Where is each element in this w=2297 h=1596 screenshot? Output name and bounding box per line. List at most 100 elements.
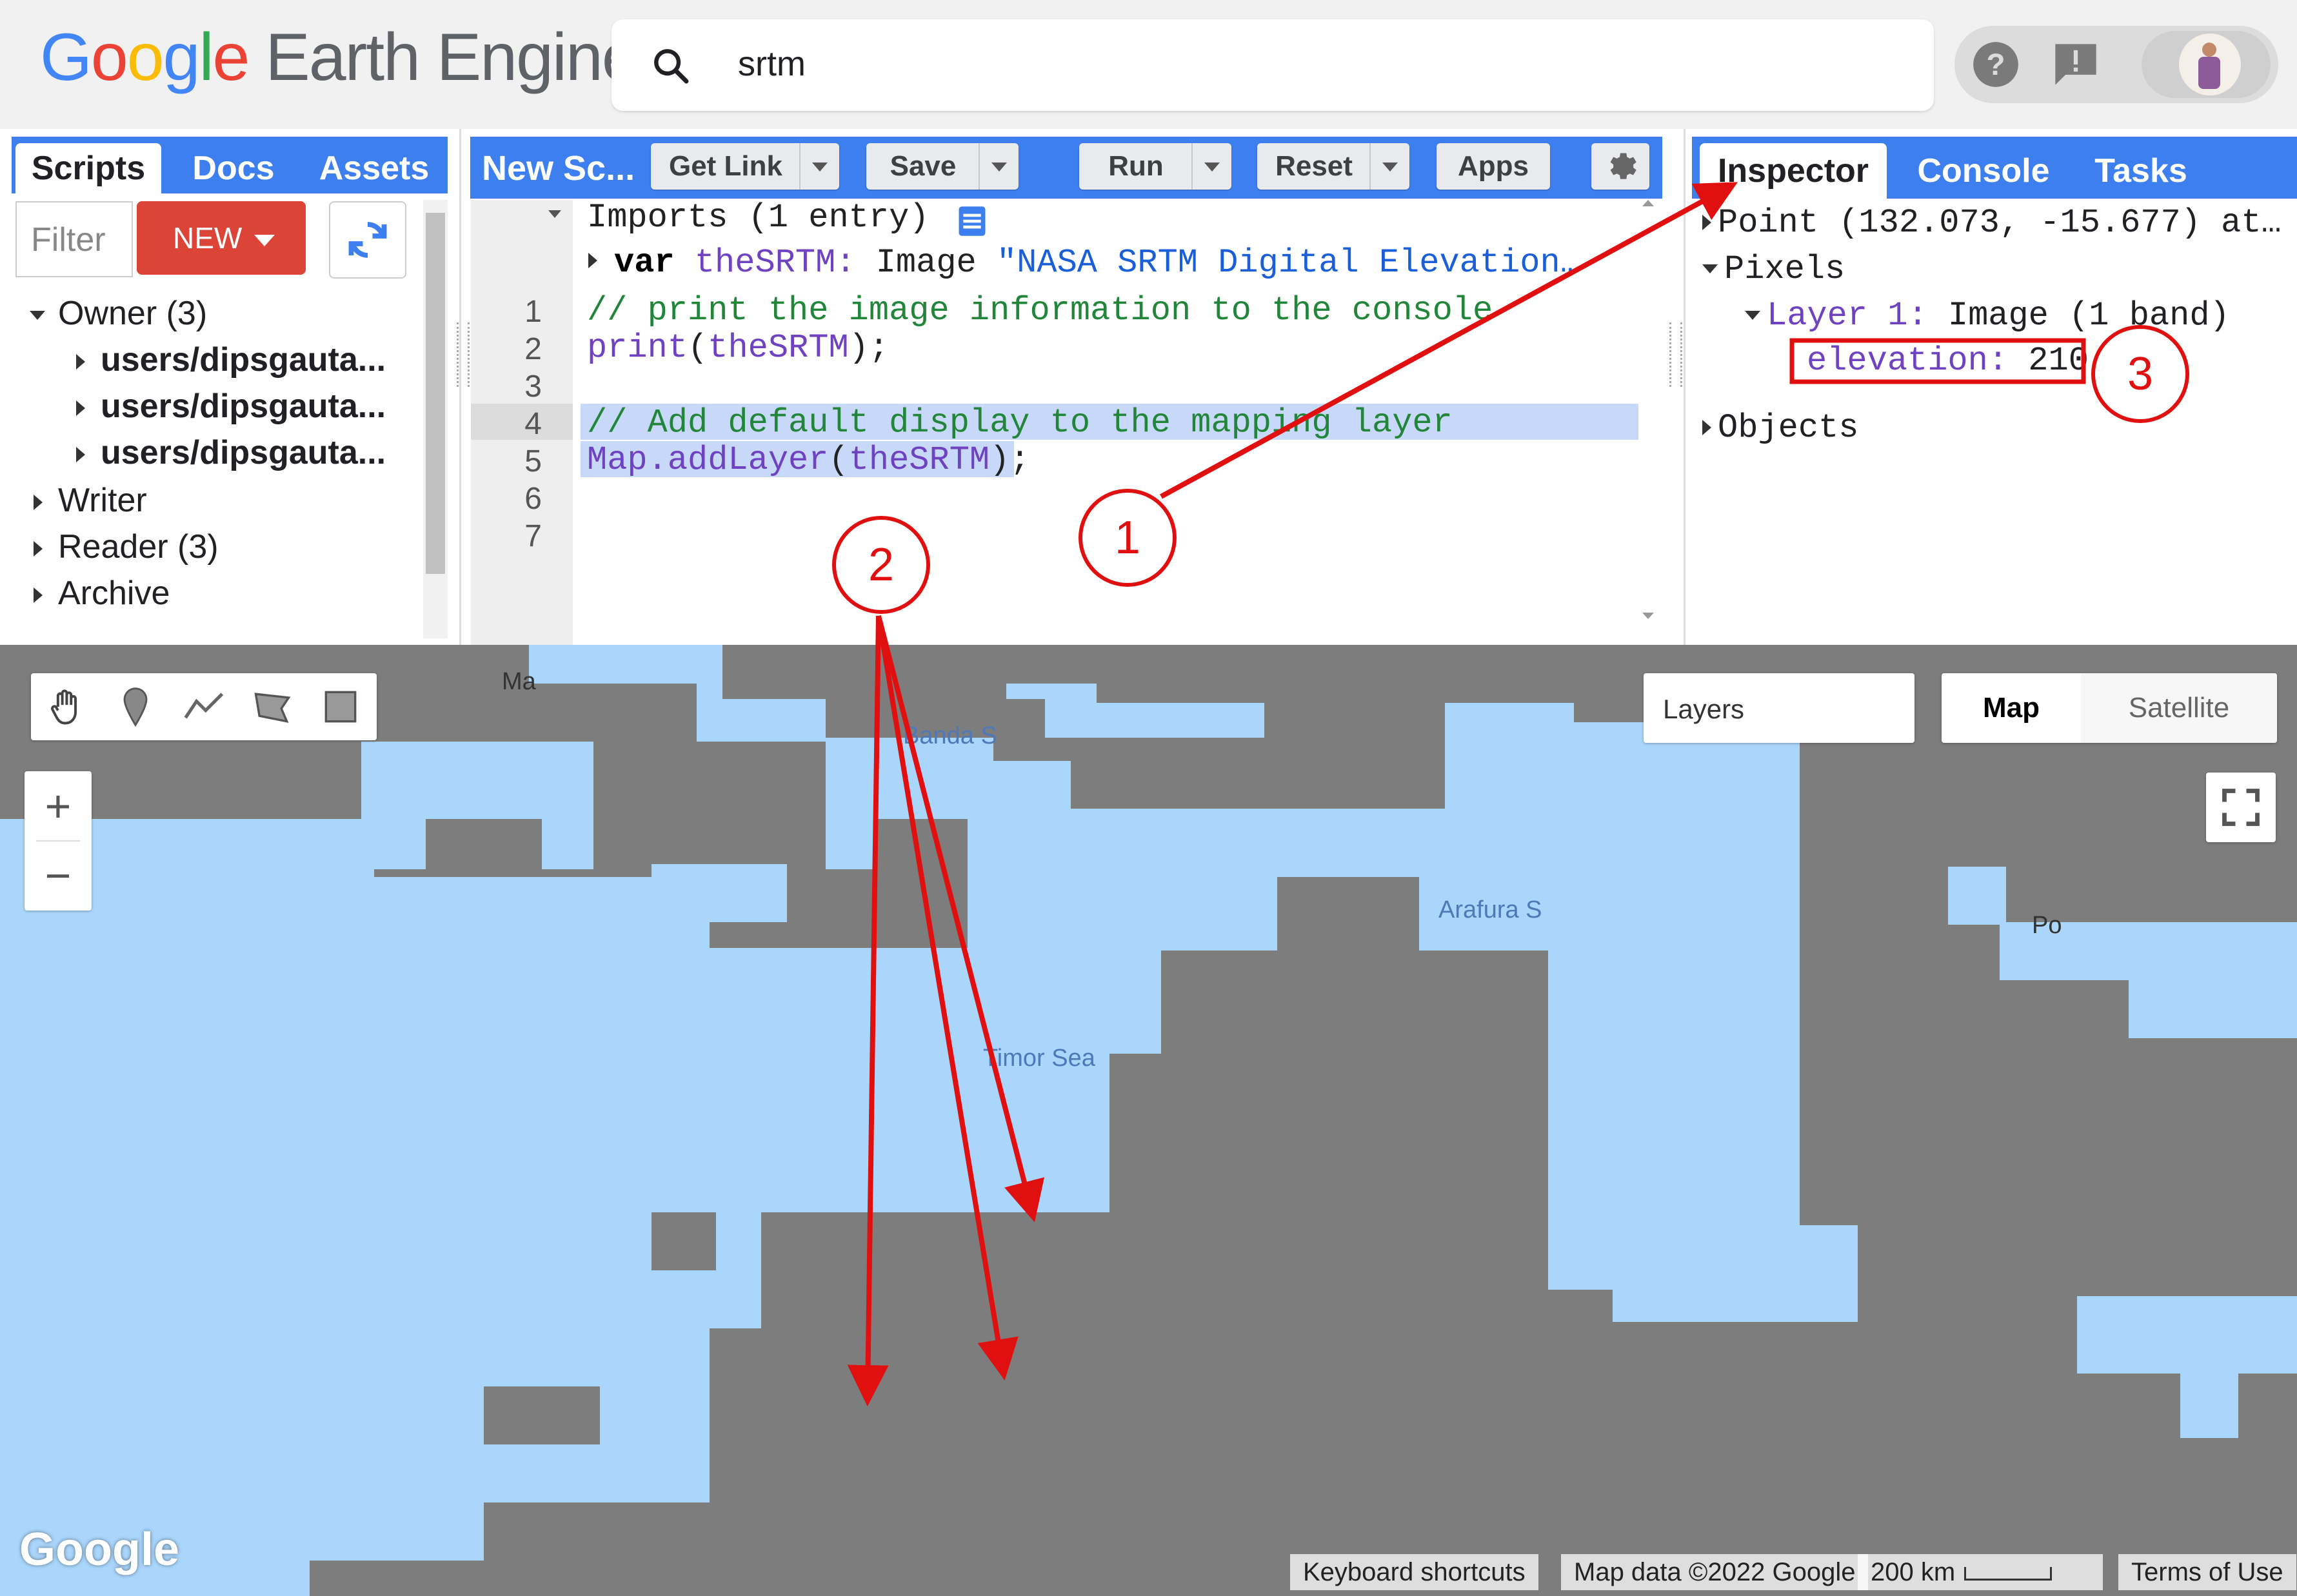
feedback-icon[interactable] [2051, 40, 2100, 89]
tree-reader[interactable]: Reader (3) [34, 527, 219, 566]
inspector-pixels[interactable]: Pixels [1702, 250, 1845, 288]
line-number: 7 [524, 519, 542, 553]
caret-down-icon[interactable] [799, 143, 839, 190]
terms-of-use-link[interactable]: Terms of Use [2118, 1554, 2296, 1590]
map-label: Banda S [903, 722, 997, 749]
map-type-map[interactable]: Map [1942, 673, 2081, 743]
layers-label: Layers [1663, 694, 1745, 724]
tree-archive[interactable]: Archive [34, 574, 170, 613]
avatar [2179, 34, 2241, 95]
inspector-elevation[interactable]: elevation: 210 [1807, 342, 2089, 380]
code-line-5[interactable]: Map.addLayer(theSRTM); [587, 441, 1030, 479]
tab-console[interactable]: Console [1896, 143, 2071, 199]
code-line-4[interactable]: // Add default display to the mapping la… [587, 404, 1453, 442]
map-view[interactable]: Ma Banda S Arafura S Timor Sea Po + − La… [0, 645, 2297, 1596]
caret-down-icon [254, 235, 275, 246]
caret-down-icon [1745, 311, 1760, 320]
settings-button[interactable] [1591, 143, 1649, 190]
fullscreen-button[interactable] [2206, 773, 2276, 842]
scroll-up-icon[interactable] [1642, 200, 1654, 206]
scrollbar-thumb[interactable] [426, 213, 445, 574]
code-line-1[interactable]: // print the image information to the co… [587, 291, 1493, 330]
account-button[interactable] [2142, 31, 2271, 98]
help-icon[interactable]: ? [1971, 40, 2020, 89]
caret-right-icon[interactable] [588, 253, 597, 268]
search-bar[interactable]: srtm [612, 19, 1934, 111]
tree-owner[interactable]: Owner (3) [30, 294, 207, 333]
script-title[interactable]: New Sc... [482, 148, 635, 188]
scrollbar[interactable] [423, 200, 448, 638]
caret-right-icon [34, 541, 43, 557]
get-link-button[interactable]: Get Link [651, 143, 839, 190]
layers-button[interactable]: Layers [1644, 673, 1914, 743]
line-number: 5 [524, 444, 542, 478]
imports-header[interactable]: Imports (1 entry) [587, 199, 930, 237]
inspector-panel: Inspector Console Tasks Point (132.073, … [1684, 129, 2297, 645]
splitter-handle[interactable] [1669, 322, 1682, 387]
header-actions: ? [1954, 26, 2278, 103]
map-label: Ma [502, 668, 536, 695]
code-line-2[interactable]: print(theSRTM); [587, 329, 889, 367]
line-draw-icon[interactable] [182, 685, 226, 729]
scale-bar[interactable]: 200 km [1858, 1554, 2103, 1590]
caret-right-icon [76, 400, 85, 417]
caret-down-icon[interactable] [1369, 143, 1409, 190]
tab-assets[interactable]: Assets [306, 143, 442, 193]
zoom-in-button[interactable]: + [25, 771, 92, 841]
new-button-label: NEW [173, 221, 243, 255]
apps-button[interactable]: Apps [1437, 143, 1550, 190]
editor-toolbar: New Sc... Get Link Save Run Reset Apps [470, 137, 1662, 199]
hand-pan-icon[interactable] [45, 685, 89, 729]
scroll-down-icon[interactable] [1642, 613, 1654, 619]
map-type-satellite[interactable]: Satellite [2081, 673, 2277, 743]
caret-right-icon [34, 587, 43, 604]
refresh-icon [348, 222, 387, 258]
caret-down-icon[interactable] [1191, 143, 1231, 190]
tab-scripts[interactable]: Scripts [15, 143, 161, 193]
line-number: 4 [524, 407, 542, 441]
left-tabs-bar: Scripts Docs Assets [12, 137, 448, 193]
polygon-draw-icon[interactable] [250, 685, 294, 729]
inspector-objects[interactable]: Objects [1702, 409, 1858, 447]
imports-caret-icon[interactable] [548, 210, 561, 218]
line-number: 6 [524, 482, 542, 516]
map-data-attribution: Map data ©2022 Google [1561, 1554, 1869, 1590]
caret-down-icon [1702, 264, 1718, 274]
search-input[interactable]: srtm [738, 44, 806, 84]
rectangle-draw-icon[interactable] [319, 685, 363, 729]
new-button[interactable]: NEW [137, 201, 306, 275]
marker-icon[interactable] [114, 685, 157, 729]
filter-input[interactable]: Filter [15, 201, 133, 277]
tab-tasks[interactable]: Tasks [2079, 143, 2203, 199]
drawing-tools [31, 673, 377, 740]
imports-doc-icon[interactable] [957, 205, 987, 237]
inspector-point[interactable]: Point (132.073, -15.677) at… [1702, 204, 2282, 242]
editor-scrollbar[interactable] [1638, 200, 1658, 626]
tree-writer[interactable]: Writer [34, 481, 147, 520]
search-icon [654, 49, 689, 84]
scale-label: 200 km [1871, 1558, 1956, 1586]
keyboard-shortcuts-link[interactable]: Keyboard shortcuts [1290, 1554, 1538, 1590]
splitter-handle[interactable] [457, 322, 470, 387]
tree-owner-item[interactable]: users/dipsgauta... [76, 387, 386, 426]
caret-right-icon [76, 354, 85, 370]
refresh-button[interactable] [329, 201, 406, 279]
line-number: 2 [524, 332, 542, 366]
tree-owner-item[interactable]: users/dipsgauta... [76, 340, 386, 379]
tree-owner-item[interactable]: users/dipsgauta... [76, 433, 386, 472]
caret-right-icon [1702, 215, 1711, 231]
import-var[interactable]: var theSRTM: Image "NASA SRTM Digital El… [614, 244, 1580, 282]
gear-icon [1610, 153, 1636, 179]
reset-button[interactable]: Reset [1257, 143, 1409, 190]
run-button[interactable]: Run [1079, 143, 1231, 190]
zoom-out-button[interactable]: − [25, 841, 92, 911]
earth-engine-logo[interactable]: Google Earth Engine [40, 19, 639, 96]
caret-down-icon[interactable] [979, 143, 1019, 190]
right-tabs-bar: Inspector Console Tasks [1692, 137, 2297, 199]
tab-docs[interactable]: Docs [170, 143, 297, 193]
caret-right-icon [34, 495, 43, 511]
logo-product-name: Earth Engine [265, 20, 639, 95]
map-label: Arafura S [1438, 896, 1542, 923]
tab-inspector[interactable]: Inspector [1700, 143, 1887, 199]
save-button[interactable]: Save [866, 143, 1019, 190]
